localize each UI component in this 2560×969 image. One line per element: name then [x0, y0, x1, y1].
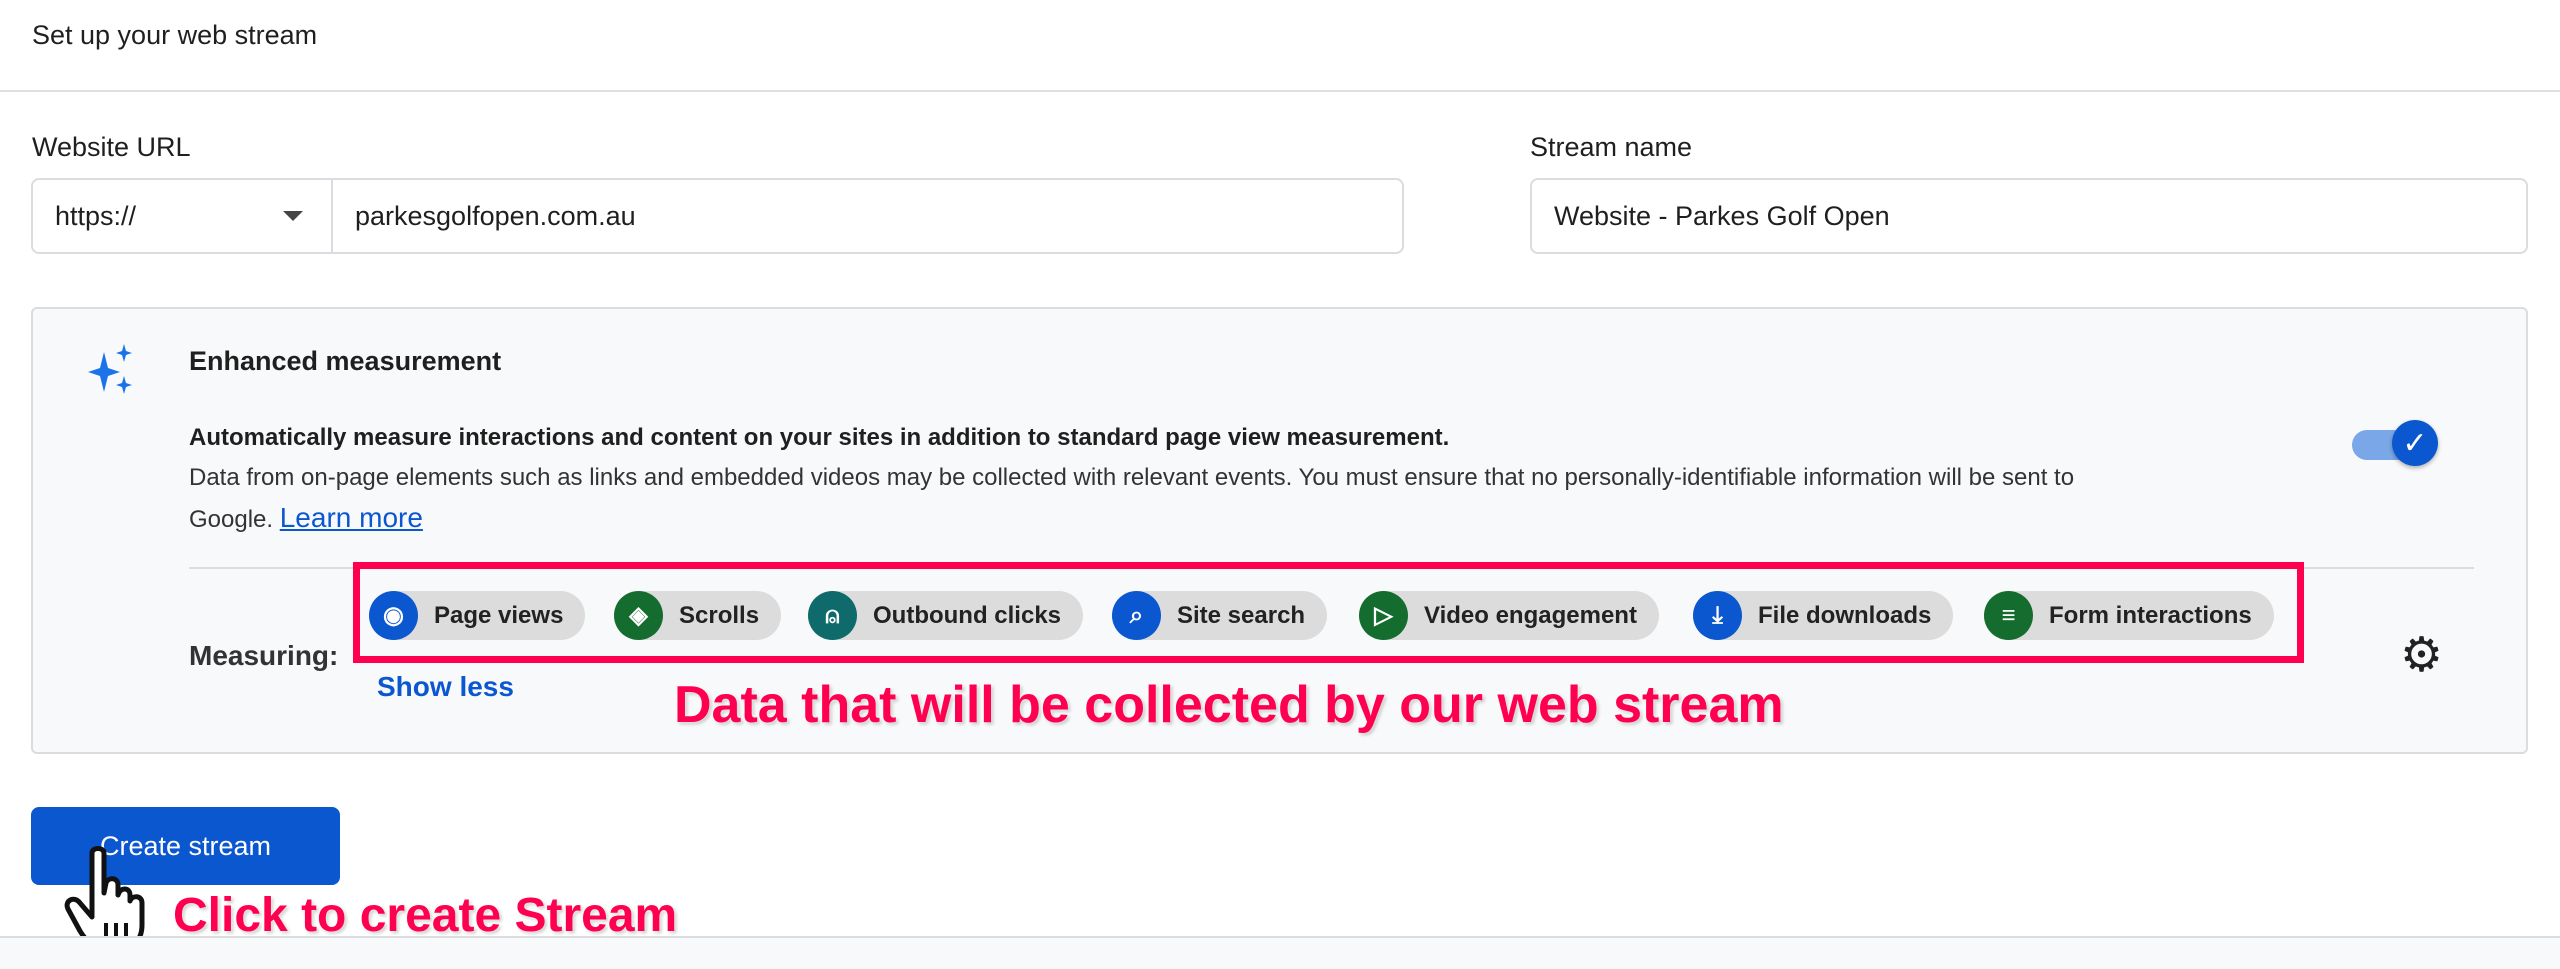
google-text: Google. — [189, 506, 274, 533]
sparkle-icon — [88, 344, 132, 394]
footer-bar — [0, 936, 2560, 969]
enhanced-measurement-toggle[interactable]: ✓ — [2352, 420, 2438, 466]
enhanced-measurement-title: Enhanced measurement — [189, 346, 502, 376]
annotation-click-note: Click to create Stream — [173, 889, 678, 942]
stream-name-input[interactable]: Website - Parkes Golf Open — [1530, 178, 2528, 254]
show-less-link[interactable]: Show less — [377, 671, 514, 703]
divider — [0, 90, 2560, 92]
learn-more-link[interactable]: Learn more — [280, 502, 423, 533]
description-line: Automatically measure interactions and c… — [189, 424, 1450, 451]
stream-name-label: Stream name — [1530, 132, 1693, 162]
description-line: Google. Learn more — [189, 502, 423, 534]
url-value: parkesgolfopen.com.au — [355, 200, 636, 231]
annotation-data-note: Data that will be collected by our web s… — [674, 676, 1784, 734]
check-icon: ✓ — [2392, 420, 2438, 466]
measuring-label: Measuring: — [189, 640, 339, 671]
protocol-value: https:// — [55, 200, 137, 231]
annotation-highlight-box — [353, 562, 2304, 663]
website-url-label: Website URL — [32, 132, 191, 162]
website-url-input[interactable]: parkesgolfopen.com.au — [331, 178, 1404, 254]
gear-icon[interactable]: ⚙ — [2400, 632, 2443, 680]
page-title: Set up your web stream — [32, 20, 318, 50]
description-line: Data from on-page elements such as links… — [189, 464, 2075, 491]
protocol-select[interactable]: https:// — [31, 178, 333, 254]
stream-name-value: Website - Parkes Golf Open — [1554, 200, 1890, 231]
dropdown-arrow-icon — [283, 211, 303, 221]
